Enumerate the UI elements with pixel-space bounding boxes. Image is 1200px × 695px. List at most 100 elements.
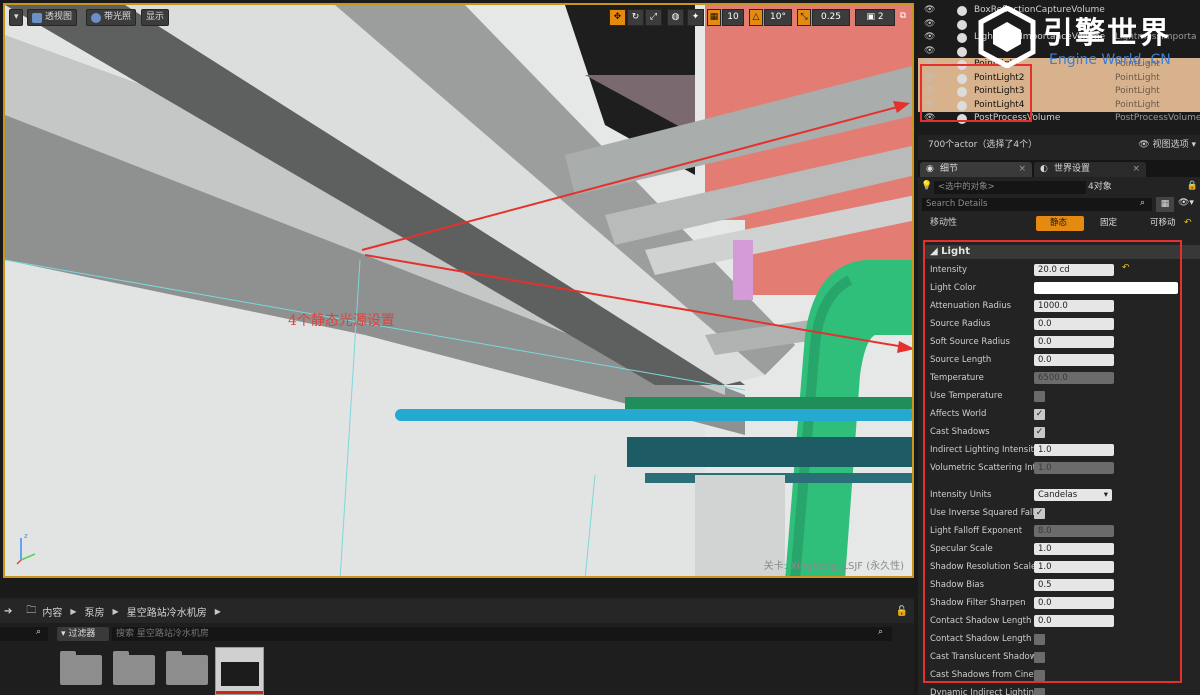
rotate-snap-icon[interactable]: △ <box>749 9 763 26</box>
search-details-input[interactable]: Search Details <box>922 198 1152 211</box>
property-value-field[interactable]: 1.0 <box>1034 543 1114 555</box>
chevron-right-icon[interactable]: ▶ <box>215 607 221 616</box>
property-checkbox[interactable] <box>1034 634 1045 645</box>
property-checkbox[interactable] <box>1034 670 1045 681</box>
rotate-snap-value[interactable]: 10° <box>764 9 792 26</box>
property-value-field[interactable]: 0.0 <box>1034 336 1114 348</box>
property-value-field[interactable]: 0.0 <box>1034 615 1114 627</box>
visibility-eye-icon[interactable]: 👁 <box>924 31 935 45</box>
actor-icon <box>957 114 967 124</box>
property-checkbox[interactable]: ✓ <box>1034 508 1045 519</box>
property-label: Temperature <box>930 373 984 383</box>
asset-thumbnail[interactable] <box>215 647 264 695</box>
mobility-row: 移动性 静态 固定 可移动 ↶ <box>922 216 1196 231</box>
search-icon: ⌕ <box>878 627 884 637</box>
lit-mode-button[interactable]: 带光照 <box>86 9 137 26</box>
property-label: Source Radius <box>930 319 991 329</box>
surface-snap-icon[interactable]: ✦ <box>687 9 704 26</box>
axis-gizmo-icon: z <box>16 532 36 565</box>
selected-objects-field[interactable]: <选中的对象> <box>934 181 1086 194</box>
close-icon[interactable]: × <box>1132 162 1140 177</box>
visibility-eye-icon[interactable]: 👁 <box>924 85 935 99</box>
color-swatch[interactable] <box>1034 282 1178 294</box>
section-light-label: Light <box>941 246 971 257</box>
grid-snap-icon[interactable]: ▦ <box>707 9 721 26</box>
outliner-row-type: PointLight <box>1115 86 1160 96</box>
folder-item[interactable] <box>113 651 155 685</box>
tab-world-label: 世界设置 <box>1054 164 1091 174</box>
asset-search-input[interactable]: 搜索 星空路站冷水机房 <box>112 627 892 641</box>
property-value-field[interactable]: 1.0 <box>1034 561 1114 573</box>
property-value-field[interactable]: 1.0 <box>1034 444 1114 456</box>
property-row: Source Length 0.0 <box>924 351 1186 369</box>
outliner-row-name: PointLight4 <box>974 99 1025 110</box>
outliner-row[interactable]: 👁 PointLight4 PointLight <box>918 98 1200 113</box>
outliner-row[interactable]: 👁 PostProcessVolume PostProcessVolume <box>918 112 1200 126</box>
rotate-tool-icon[interactable]: ↻ <box>627 9 644 26</box>
camera-speed-button[interactable]: ▣ 2 <box>855 9 895 26</box>
show-button[interactable]: 显示 <box>141 9 170 26</box>
close-icon[interactable]: × <box>1018 162 1026 177</box>
mobility-movable-button[interactable]: 可移动 <box>1136 216 1182 231</box>
maximize-icon[interactable]: ⧉ <box>897 9 909 26</box>
folder-item[interactable] <box>60 651 102 685</box>
filter-button[interactable]: ▾ 过滤器 <box>57 627 109 641</box>
chevron-right-icon[interactable]: ▶ <box>70 607 76 616</box>
property-label: Affects World <box>930 409 987 419</box>
visibility-eye-icon[interactable]: 👁 <box>924 18 935 32</box>
breadcrumb-item[interactable]: 星空路站冷水机房 <box>127 604 207 619</box>
property-value-field[interactable]: 0.0 <box>1034 318 1114 330</box>
breadcrumb-item[interactable]: 泵房 <box>85 604 105 619</box>
reset-icon[interactable]: ↶ <box>1122 263 1130 273</box>
lock-icon[interactable]: 🔒 <box>1187 181 1198 191</box>
level-viewport[interactable]: ▾ 透视图 带光照 显示 ✥ ↻ ⤢ ◍ ✦ ▦ 10 △ 10° ⤡ 0.25… <box>3 3 914 578</box>
tab-world-settings[interactable]: ◐ 世界设置 × <box>1034 162 1146 177</box>
property-checkbox[interactable] <box>1034 652 1045 663</box>
mobility-static-button[interactable]: 静态 <box>1036 216 1084 231</box>
viewport-options-button[interactable]: ▾ <box>9 9 23 26</box>
watermark-subtitle: Engine World .CN <box>1049 52 1171 68</box>
property-checkbox[interactable] <box>1034 391 1045 402</box>
property-value-field[interactable]: 0.5 <box>1034 579 1114 591</box>
visibility-eye-icon[interactable]: 👁 <box>924 99 935 113</box>
nav-arrow-icon[interactable]: ➔ <box>4 606 12 617</box>
mobility-stationary-button[interactable]: 固定 <box>1086 216 1134 231</box>
grid-snap-value[interactable]: 10 <box>722 9 744 26</box>
property-value-field[interactable]: 20.0 cd <box>1034 264 1114 276</box>
translate-tool-icon[interactable]: ✥ <box>609 9 626 26</box>
perspective-button[interactable]: 透视图 <box>27 9 78 26</box>
actor-icon <box>957 6 967 16</box>
property-checkbox[interactable] <box>1034 688 1045 695</box>
visibility-eye-icon[interactable]: 👁 <box>924 112 935 126</box>
folder-item[interactable] <box>166 651 208 685</box>
property-value-field[interactable]: 0.0 <box>1034 597 1114 609</box>
section-light-header[interactable]: ◢ Light <box>924 245 1200 259</box>
property-checkbox[interactable]: ✓ <box>1034 409 1045 420</box>
property-dropdown[interactable]: Candelas ▾ <box>1034 489 1112 501</box>
scale-tool-icon[interactable]: ⤢ <box>645 9 662 26</box>
outliner-row-name: PointLight2 <box>974 72 1025 83</box>
tab-details[interactable]: ◉ 细节 × <box>920 162 1032 177</box>
property-checkbox[interactable]: ✓ <box>1034 427 1045 438</box>
visibility-eye-icon[interactable]: 👁 <box>924 45 935 59</box>
property-label: Specular Scale <box>930 544 993 554</box>
lock-icon[interactable]: 🔓 <box>896 606 908 617</box>
outliner-row[interactable]: 👁 PointLight2 PointLight <box>918 71 1200 86</box>
scale-snap-value[interactable]: 0.25 <box>812 9 850 26</box>
property-value-field[interactable]: 0.0 <box>1034 354 1114 366</box>
visibility-eye-icon[interactable]: 👁 <box>924 58 935 72</box>
scale-snap-icon[interactable]: ⤡ <box>797 9 811 26</box>
reset-icon[interactable]: ↶ <box>1184 216 1192 231</box>
breadcrumb-item[interactable]: 内容 <box>42 604 62 619</box>
world-space-icon[interactable]: ◍ <box>667 9 684 26</box>
eye-icon[interactable]: 👁▾ <box>1178 198 1194 208</box>
chevron-right-icon[interactable]: ▶ <box>113 607 119 616</box>
outliner-row[interactable]: 👁 PointLight3 PointLight <box>918 85 1200 99</box>
lit-label: 带光照 <box>104 12 132 22</box>
property-value-field[interactable]: 1000.0 <box>1034 300 1114 312</box>
globe-icon: ◐ <box>1040 164 1048 174</box>
property-matrix-icon[interactable]: ▦ <box>1156 197 1174 212</box>
visibility-eye-icon[interactable]: 👁 <box>924 72 935 86</box>
visibility-eye-icon[interactable]: 👁 <box>924 4 935 18</box>
view-options-button[interactable]: 👁 视图选项 ▾ <box>1138 137 1196 150</box>
